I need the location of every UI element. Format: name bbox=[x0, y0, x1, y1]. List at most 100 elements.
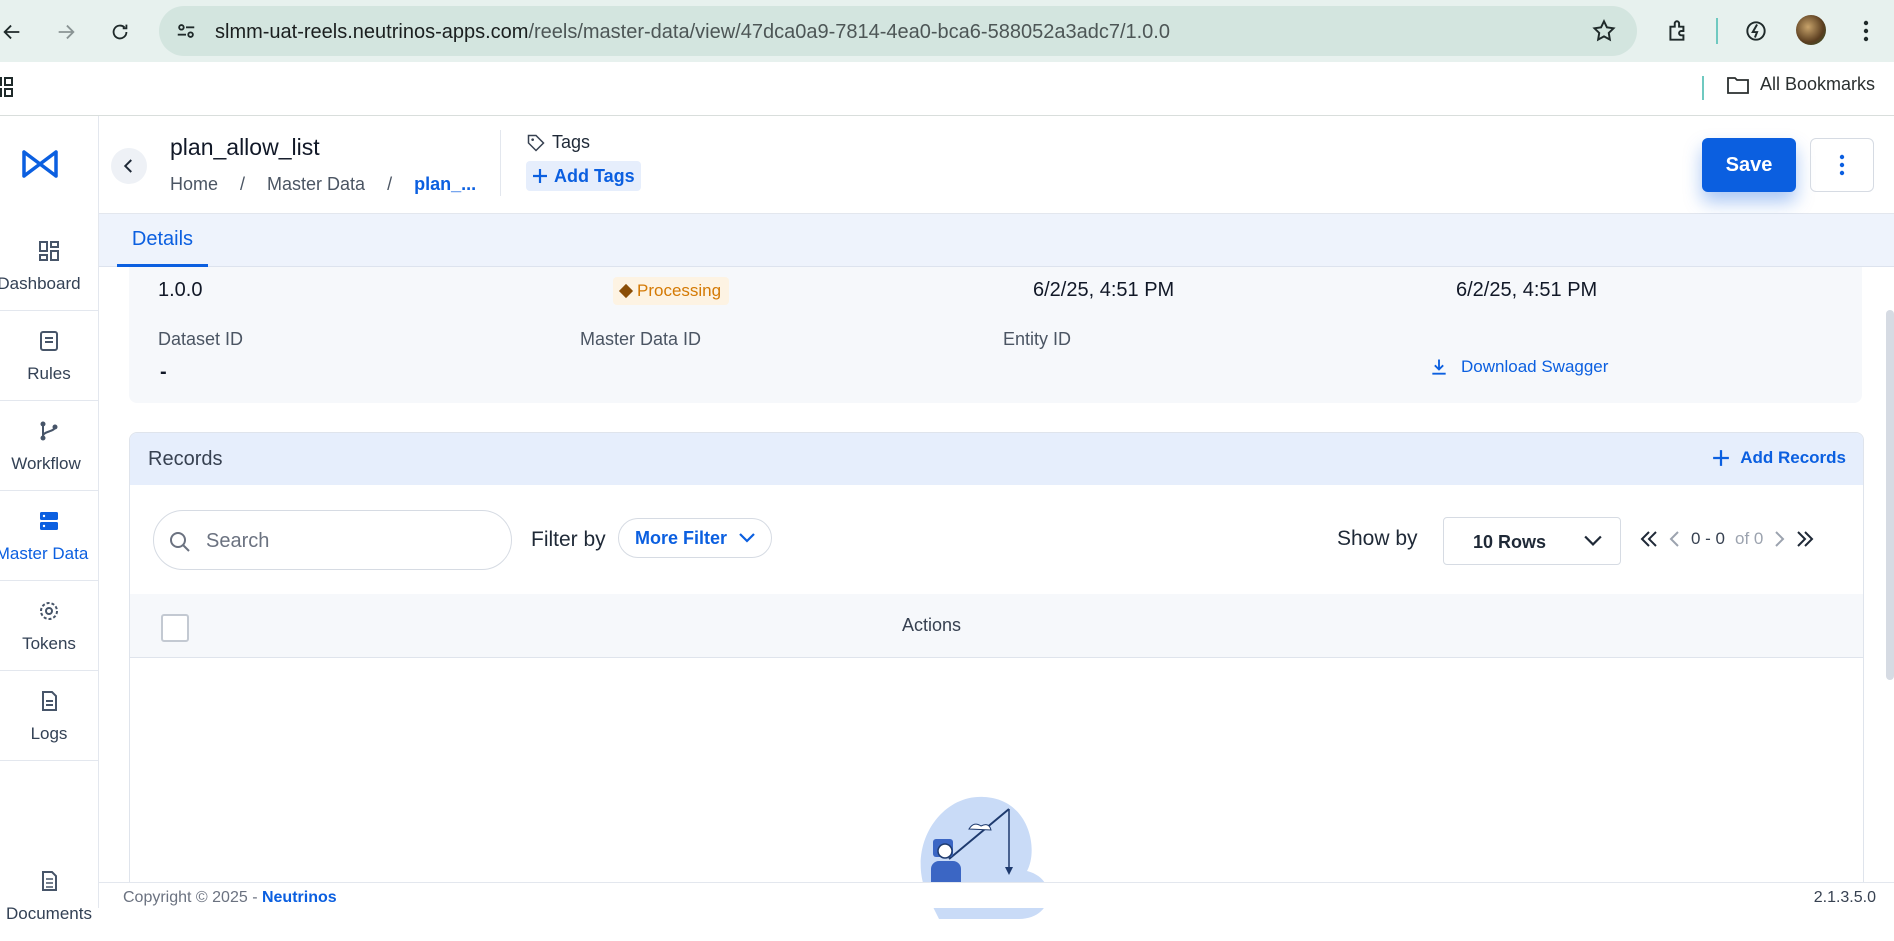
browser-back-button[interactable] bbox=[0, 14, 30, 50]
page-scrollbar[interactable] bbox=[1886, 310, 1894, 680]
chevron-down-icon bbox=[1584, 535, 1602, 546]
version-text: 2.1.3.5.0 bbox=[1813, 889, 1876, 906]
bookmarks-bar bbox=[0, 62, 1894, 116]
sidebar-item-label: Workflow bbox=[11, 453, 81, 473]
performance-icon[interactable] bbox=[1740, 15, 1772, 47]
logs-icon bbox=[36, 688, 62, 714]
first-page-icon[interactable] bbox=[1639, 530, 1659, 548]
rows-per-page-value: 10 Rows bbox=[1473, 532, 1547, 552]
pager-total: of 0 bbox=[1735, 529, 1764, 548]
search-box[interactable] bbox=[153, 510, 512, 570]
apps-grid-icon[interactable] bbox=[0, 76, 22, 98]
chevron-left-icon bbox=[123, 159, 132, 173]
sidebar-item-logs[interactable]: Logs bbox=[0, 671, 98, 761]
breadcrumb-separator: / bbox=[240, 174, 246, 194]
toolbar-divider bbox=[1716, 18, 1718, 44]
save-button[interactable]: Save bbox=[1702, 138, 1796, 192]
breadcrumb-home[interactable]: Home bbox=[170, 174, 218, 195]
browser-menu-icon[interactable] bbox=[1850, 15, 1882, 47]
chevron-down-icon bbox=[739, 533, 755, 543]
dataset-id-value: - bbox=[160, 361, 167, 383]
status-label: Processing bbox=[637, 281, 722, 300]
last-page-icon[interactable] bbox=[1795, 530, 1815, 548]
master-data-id-label: Master Data ID bbox=[580, 329, 702, 349]
pager-range: 0 - 0 bbox=[1691, 529, 1726, 548]
download-icon bbox=[1432, 359, 1446, 375]
app-logo[interactable] bbox=[18, 144, 62, 184]
sidebar-item-tokens[interactable]: Tokens bbox=[0, 581, 98, 671]
breadcrumb: Home / Master Data / plan_... bbox=[170, 174, 476, 195]
entity-id-label: Entity ID bbox=[1003, 329, 1072, 349]
sidebar-item-label: Tokens bbox=[22, 633, 76, 653]
search-input[interactable] bbox=[206, 525, 496, 557]
sidebar-item-label: Master Data bbox=[0, 543, 89, 563]
sidebar-item-workflow[interactable]: Workflow bbox=[0, 401, 98, 491]
rows-per-page-select[interactable]: 10 Rows bbox=[1443, 517, 1621, 565]
more-filter-dropdown[interactable]: More Filter bbox=[618, 518, 773, 558]
header-divider bbox=[500, 130, 501, 196]
updated-date: 6/2/25, 4:51 PM bbox=[1456, 279, 1598, 301]
plus-icon bbox=[1713, 450, 1730, 466]
page-footer: Copyright © 2025 - Neutrinos 2.1.3.5.0 bbox=[99, 882, 1894, 908]
tag-icon bbox=[527, 134, 545, 152]
browser-toolbar: slmm-uat-reels.neutrinos-apps.com/reels/… bbox=[0, 0, 1894, 62]
download-swagger-label: Download Swagger bbox=[1461, 357, 1609, 376]
all-bookmarks-label: All Bookmarks bbox=[1760, 74, 1876, 94]
add-tags-button[interactable]: Add Tags bbox=[526, 161, 641, 191]
add-records-label: Add Records bbox=[1740, 448, 1846, 467]
workflow-icon bbox=[36, 418, 62, 444]
version-value: 1.0.0 bbox=[158, 279, 203, 301]
profile-avatar[interactable] bbox=[1796, 15, 1826, 45]
address-bar[interactable]: slmm-uat-reels.neutrinos-apps.com/reels/… bbox=[159, 6, 1637, 56]
pagination: 0 - 0 of 0 bbox=[1639, 529, 1815, 549]
tab-details[interactable]: Details bbox=[117, 214, 208, 267]
sidebar-item-label: Logs bbox=[30, 723, 68, 743]
sidebar-item-label: Dashboard bbox=[0, 273, 81, 293]
plus-icon bbox=[533, 169, 547, 183]
records-title: Records bbox=[148, 448, 223, 470]
tokens-icon bbox=[36, 598, 62, 624]
documents-icon bbox=[36, 868, 62, 894]
back-button[interactable] bbox=[111, 148, 147, 184]
show-by-label: Show by bbox=[1337, 527, 1418, 550]
arrow-left-icon bbox=[3, 24, 20, 40]
kebab-menu-icon bbox=[1839, 154, 1845, 176]
table-header: Actions bbox=[130, 594, 1863, 658]
browser-reload-button[interactable] bbox=[102, 14, 138, 50]
select-all-checkbox[interactable] bbox=[161, 614, 189, 642]
sidebar-item-documents[interactable]: Documents bbox=[0, 851, 98, 941]
breadcrumb-current: plan_... bbox=[414, 174, 477, 194]
browser-forward-button[interactable] bbox=[48, 14, 84, 50]
breadcrumb-master-data[interactable]: Master Data bbox=[267, 174, 365, 195]
created-date: 6/2/25, 4:51 PM bbox=[1033, 279, 1175, 301]
status-badge: Processing bbox=[613, 277, 730, 305]
column-header-actions: Actions bbox=[902, 615, 962, 635]
tabs-bar: Details bbox=[99, 214, 1894, 267]
sidebar-item-label: Rules bbox=[27, 363, 71, 383]
all-bookmarks-button[interactable]: All Bookmarks bbox=[1726, 74, 1875, 95]
page-title: plan_allow_list bbox=[170, 134, 320, 160]
app-sidebar: Dashboard Rules Workflow Master Data Tok… bbox=[0, 116, 99, 923]
site-info-icon[interactable] bbox=[173, 18, 199, 44]
dashboard-icon bbox=[36, 238, 62, 264]
master-data-icon bbox=[36, 508, 62, 534]
sidebar-item-dashboard[interactable]: Dashboard bbox=[0, 221, 98, 311]
next-page-icon[interactable] bbox=[1773, 530, 1785, 548]
breadcrumb-separator: / bbox=[387, 174, 393, 194]
prev-page-icon[interactable] bbox=[1669, 530, 1681, 548]
more-options-button[interactable] bbox=[1810, 138, 1874, 192]
download-swagger-link[interactable]: Download Swagger bbox=[1429, 357, 1608, 377]
extensions-icon[interactable] bbox=[1662, 15, 1694, 47]
sidebar-item-master-data[interactable]: Master Data bbox=[0, 491, 98, 581]
tags-heading: Tags bbox=[526, 132, 590, 153]
sidebar-item-rules[interactable]: Rules bbox=[0, 311, 98, 401]
search-icon bbox=[170, 532, 190, 552]
arrow-right-icon bbox=[58, 24, 75, 40]
main-content: 1.0.0 Processing 6/2/25, 4:51 PM 6/2/25,… bbox=[99, 267, 1894, 919]
bookmark-star-icon[interactable] bbox=[1591, 18, 1617, 44]
records-header: Records Add Records bbox=[130, 433, 1863, 485]
diamond-icon bbox=[618, 283, 634, 299]
add-records-button[interactable]: Add Records bbox=[1712, 448, 1846, 468]
url-text[interactable]: slmm-uat-reels.neutrinos-apps.com/reels/… bbox=[215, 21, 1170, 44]
dataset-id-label: Dataset ID bbox=[158, 329, 244, 349]
